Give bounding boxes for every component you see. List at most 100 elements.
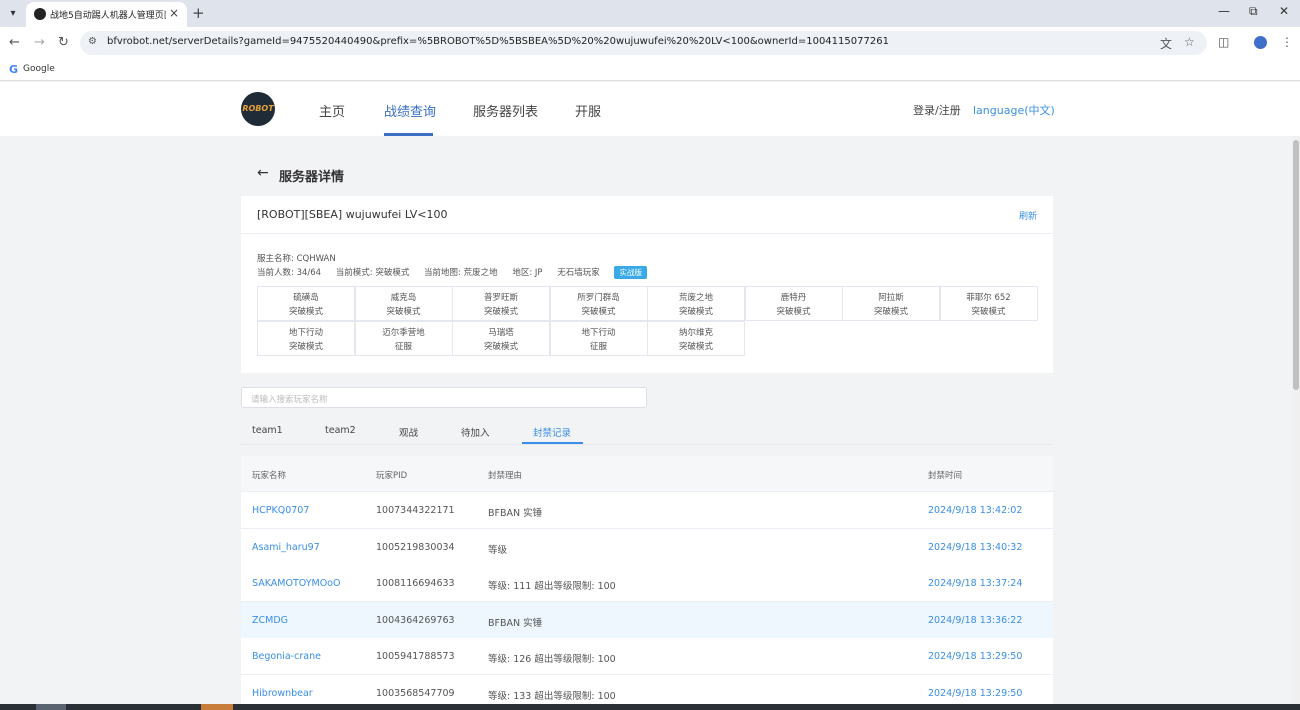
bookmark-google[interactable]: Google <box>23 64 55 74</box>
ban-time: 2024/9/18 13:37:24 <box>928 578 1023 590</box>
col-player-name[interactable]: 玩家名称 <box>252 469 286 481</box>
ban-reason: 等级 <box>488 544 508 556</box>
taskbar-app[interactable] <box>36 704 66 710</box>
map-name: 菲耶尔 652 <box>966 293 1011 303</box>
menu-kebab-icon[interactable]: ⋮ <box>1281 35 1293 49</box>
tab-search-icon[interactable]: ▾ <box>4 5 22 23</box>
nav-server-list[interactable]: 服务器列表 <box>473 101 538 120</box>
table-header: 玩家名称 玩家PID 封禁理由 封禁时间 <box>241 456 1053 492</box>
table-row[interactable]: Begonia-crane 1005941788573 等级: 126 超出等级限制… <box>241 638 1053 676</box>
map-name: 鹿特丹 <box>780 293 807 303</box>
player-name-link[interactable]: ZCMDG <box>252 615 288 626</box>
table-row[interactable]: SAKAMOTOYMOoO 1008116694633 等级: 111 超出等级限制… <box>241 565 1053 603</box>
map-cell: 荒废之地 突破模式 <box>647 286 745 321</box>
browser-tab-bar: ▾ 战地5自动踢人机器人管理页面 × + — ⧉ ✕ <box>0 0 1300 27</box>
map-name: 地下行动 <box>288 328 323 338</box>
ban-reason: BFBAN 实锤 <box>488 617 543 629</box>
ban-reason: 等级: 126 超出等级限制: 100 <box>488 654 616 666</box>
map-cell: 地下行动 征服 <box>549 321 648 356</box>
server-card: [ROBOT][SBEA] wujuwufei LV<100 刷新 服主名称: … <box>241 196 1053 373</box>
taskbar-app[interactable] <box>201 704 233 710</box>
player-name-link[interactable]: Begonia-crane <box>252 651 321 662</box>
map-mode: 突破模式 <box>288 307 323 317</box>
tab-team2[interactable]: team2 <box>325 425 356 436</box>
tab-title: 战地5自动踢人机器人管理页面 <box>50 11 166 21</box>
url-text[interactable]: bfvrobot.net/serverDetails?gameId=947552… <box>107 36 889 47</box>
table-row[interactable]: HCPKQ0707 1007344322171 BFBAN 实锤 2024/9/18 … <box>241 492 1053 529</box>
page-title: 服务器详情 <box>279 170 345 185</box>
nav-stats[interactable]: 战绩查询 <box>384 101 436 120</box>
translate-icon[interactable]: 文 <box>1160 35 1172 52</box>
nav-open-server[interactable]: 开服 <box>575 101 601 120</box>
tab-team1[interactable]: team1 <box>252 425 283 436</box>
close-tab-icon[interactable]: × <box>169 6 179 20</box>
server-name: [ROBOT][SBEA] wujuwufei LV<100 <box>257 208 448 221</box>
reload-icon[interactable]: ↻ <box>58 35 69 50</box>
map-name: 地下行动 <box>581 328 616 338</box>
no-stone-wall: 无石墙玩家 <box>557 268 600 278</box>
url-bar[interactable]: ⚙ bfvrobot.net/serverDetails?gameId=9475… <box>80 31 1207 55</box>
refresh-button[interactable]: 刷新 <box>1019 209 1037 222</box>
map-cell: 普罗旺斯 突破模式 <box>452 286 550 321</box>
extensions-icon[interactable]: ◫ <box>1218 35 1229 49</box>
map-name: 迈尔季营地 <box>382 328 425 338</box>
owner-line: 服主名称: CQHWAN <box>257 254 336 264</box>
player-name-link[interactable]: Asami_haru97 <box>252 542 320 553</box>
map-name: 阿拉斯 <box>878 293 904 303</box>
map-cell: 地下行动 突破模式 <box>257 321 355 356</box>
language-switch[interactable]: language(中文) <box>973 102 1055 118</box>
map-cell: 马瑞塔 突破模式 <box>452 321 550 356</box>
col-player-pid[interactable]: 玩家PID <box>376 469 407 481</box>
map-cell: 迈尔季营地 征服 <box>354 321 453 356</box>
minimize-icon[interactable]: — <box>1218 4 1230 18</box>
tab-spectators[interactable]: 观战 <box>399 425 418 439</box>
scroll-thumb[interactable] <box>1293 140 1299 390</box>
map-name: 荒废之地 <box>678 293 713 303</box>
map-mode: 突破模式 <box>776 307 811 317</box>
browser-tab[interactable]: 战地5自动踢人机器人管理页面 × <box>26 2 187 27</box>
ban-time: 2024/9/18 13:36:22 <box>928 614 1023 626</box>
tab-active-indicator <box>522 442 583 444</box>
ban-reason: 等级: 133 超出等级限制: 100 <box>488 691 616 702</box>
site-info-icon[interactable]: ⚙ <box>88 36 97 47</box>
col-ban-time[interactable]: 封禁时间 <box>928 469 962 481</box>
restore-icon[interactable]: ⧉ <box>1249 4 1258 19</box>
map-mode: 突破模式 <box>678 307 713 317</box>
google-icon: G <box>9 63 19 76</box>
map-cell: 阿拉斯 突破模式 <box>842 286 940 321</box>
login-link[interactable]: 登录/注册 <box>913 102 961 118</box>
map-mode: 突破模式 <box>386 307 421 317</box>
map-cell: 纳尔维克 突破模式 <box>647 321 745 356</box>
close-window-icon[interactable]: ✕ <box>1279 4 1289 18</box>
page-scrollbar[interactable] <box>1292 136 1300 710</box>
nav-home[interactable]: 主页 <box>319 101 345 120</box>
profile-avatar-icon[interactable] <box>1254 36 1267 49</box>
map-mode: 突破模式 <box>581 307 616 317</box>
player-tabs: team1 team2 观战 待加入 封禁记录 <box>241 420 1053 445</box>
map-cell: 所罗门群岛 突破模式 <box>549 286 648 321</box>
map-mode: 突破模式 <box>483 342 518 352</box>
back-arrow-icon[interactable]: ← <box>257 165 269 181</box>
back-icon[interactable]: ← <box>9 35 20 50</box>
bookmark-star-icon[interactable]: ☆ <box>1184 35 1195 49</box>
ban-time: 2024/9/18 13:29:50 <box>928 651 1023 663</box>
table-row[interactable]: ZCMDG 1004364269763 BFBAN 实锤 2024/9/18 13:3… <box>241 601 1053 639</box>
ban-reason: BFBAN 实锤 <box>488 508 543 519</box>
player-search-input[interactable]: 请输入搜索玩家名称 <box>241 387 647 408</box>
player-name-link[interactable]: SAKAMOTOYMOoO <box>252 578 340 589</box>
col-ban-reason[interactable]: 封禁理由 <box>488 469 522 481</box>
player-pid: 1005941788573 <box>376 651 455 663</box>
tab-queue[interactable]: 待加入 <box>461 425 490 439</box>
ban-time: 2024/9/18 13:42:02 <box>928 505 1023 516</box>
table-row[interactable]: Asami_haru97 1005219830034 等级 2024/9/18 13:… <box>241 528 1053 566</box>
map-name: 马瑞塔 <box>488 328 514 338</box>
site-favicon-icon <box>34 8 46 20</box>
site-logo[interactable]: ROBOT <box>241 92 275 126</box>
player-name-link[interactable]: Hibrownbear <box>252 688 313 699</box>
player-name-link[interactable]: HCPKQ0707 <box>252 505 309 516</box>
tab-ban-records[interactable]: 封禁记录 <box>533 425 571 439</box>
new-tab-icon[interactable]: + <box>192 4 205 22</box>
forward-icon[interactable]: → <box>34 35 45 50</box>
map-mode: 征服 <box>394 342 412 352</box>
server-card-header: [ROBOT][SBEA] wujuwufei LV<100 刷新 <box>241 196 1053 234</box>
